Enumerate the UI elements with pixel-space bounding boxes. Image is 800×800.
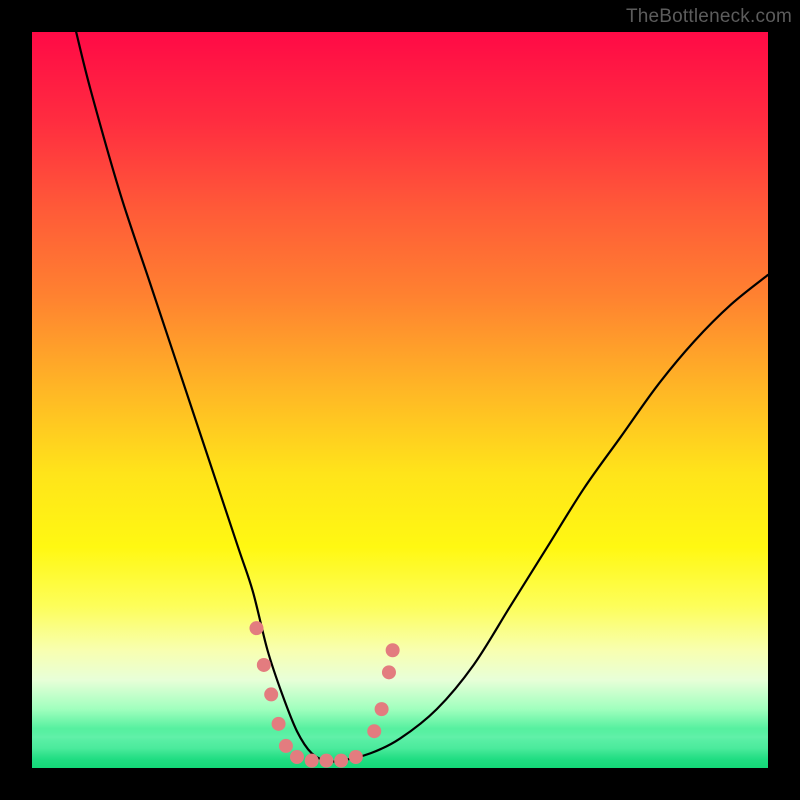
data-marker	[386, 643, 400, 657]
curve-line	[76, 32, 768, 762]
data-marker	[375, 702, 389, 716]
data-marker	[264, 687, 278, 701]
chart-container: TheBottleneck.com	[0, 0, 800, 800]
chart-svg	[32, 32, 768, 768]
plot-area	[32, 32, 768, 768]
watermark-text: TheBottleneck.com	[626, 6, 792, 28]
data-marker	[382, 665, 396, 679]
data-marker	[257, 658, 271, 672]
gradient-bottom-band	[32, 724, 768, 768]
data-marker	[249, 621, 263, 635]
